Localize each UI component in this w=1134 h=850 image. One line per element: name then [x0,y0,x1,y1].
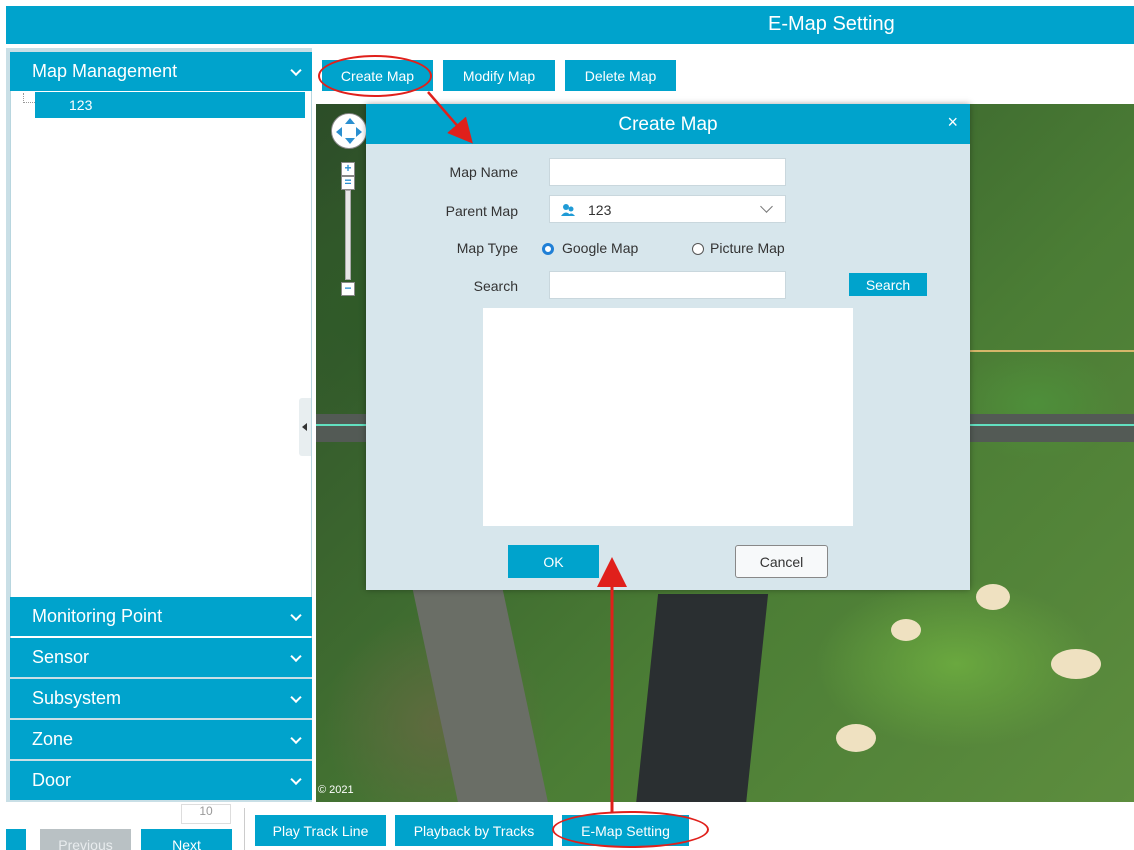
map-tree: 123 [10,91,312,643]
accordion-label: Map Management [32,61,178,81]
accordion-door[interactable]: Door [10,761,312,800]
accordion-label: Door [32,770,72,790]
chevron-down-icon [760,200,773,213]
sidebar: Map Management 123 Monitoring Point Sens… [6,48,312,802]
map-type-label: Map Type [456,240,518,256]
accordion-monitoring-point[interactable]: Monitoring Point [10,597,312,636]
window-title: E-Map Setting [768,13,895,35]
ok-button[interactable]: OK [508,545,599,578]
parent-map-select[interactable]: 123 [549,195,786,223]
accordion-label: Zone [32,729,74,749]
map-copyright: © 2021 [318,784,354,796]
close-icon[interactable]: × [947,112,958,133]
chevron-down-icon [290,691,302,703]
create-map-dialog: Create Map × Map Name Parent Map 123 Map… [366,104,970,590]
accordion-label: Sensor [32,647,90,667]
map-group-icon [561,204,575,216]
cancel-button[interactable]: Cancel [735,545,828,578]
dialog-header: Create Map × [366,104,970,144]
map-feature [836,724,876,752]
pan-down-icon[interactable] [345,138,355,144]
search-label: Search [473,278,518,294]
zoom-handle[interactable]: = [341,176,355,190]
pan-right-icon[interactable] [356,127,362,137]
accordion-sensor[interactable]: Sensor [10,638,312,677]
zoom-slider[interactable] [345,190,351,280]
previous-button[interactable]: Previous [40,829,131,850]
annotation-circle-create-map [318,55,432,97]
picture-map-radio[interactable] [692,243,704,255]
parent-map-label: Parent Map [445,203,518,219]
next-button[interactable]: Next [141,829,232,850]
sidebar-collapse-handle[interactable] [299,398,311,456]
modify-map-button[interactable]: Modify Map [443,60,555,91]
zoom-in-icon[interactable]: + [341,162,355,176]
zoom-out-icon[interactable]: − [341,282,355,296]
chevron-down-icon [290,773,302,785]
search-input[interactable] [549,271,786,299]
search-button[interactable]: Search [849,273,927,296]
map-feature [976,584,1010,610]
chevron-down-icon [290,64,302,76]
accordion-label: Monitoring Point [32,606,163,626]
dialog-title: Create Map [618,114,718,135]
delete-map-button[interactable]: Delete Map [565,60,676,91]
tree-connector [23,93,35,103]
chevron-down-icon [290,732,302,744]
map-feature [891,619,921,641]
divider [244,808,245,850]
play-track-line-button[interactable]: Play Track Line [255,815,386,846]
accordion-label: Subsystem [32,688,122,708]
map-name-input[interactable] [549,158,786,186]
accordion-zone[interactable]: Zone [10,720,312,759]
pan-up-icon[interactable] [345,118,355,124]
google-map-radio[interactable] [542,243,554,255]
playback-by-tracks-button[interactable]: Playback by Tracks [395,815,553,846]
pan-left-icon[interactable] [336,127,342,137]
parent-map-value: 123 [588,202,612,218]
annotation-circle-emap-setting [552,811,709,848]
map-road [411,584,551,802]
first-page-button[interactable] [6,829,26,850]
tree-item-map[interactable]: 123 [35,92,305,118]
chevron-down-icon [290,609,302,621]
map-river [633,594,769,802]
map-road-line [966,350,1134,352]
map-name-label: Map Name [449,164,518,180]
search-results-area[interactable] [483,308,853,526]
google-map-label: Google Map [562,240,639,256]
chevron-down-icon [290,650,302,662]
map-pan-control[interactable] [331,113,367,149]
picture-map-label: Picture Map [710,240,785,256]
accordion-map-management[interactable]: Map Management [10,52,312,91]
title-bar: E-Map Setting [6,6,1134,44]
accordion-subsystem[interactable]: Subsystem [10,679,312,718]
page-size-field[interactable]: 10 [181,804,231,824]
caret-left-icon [302,423,307,431]
map-feature [1051,649,1101,679]
